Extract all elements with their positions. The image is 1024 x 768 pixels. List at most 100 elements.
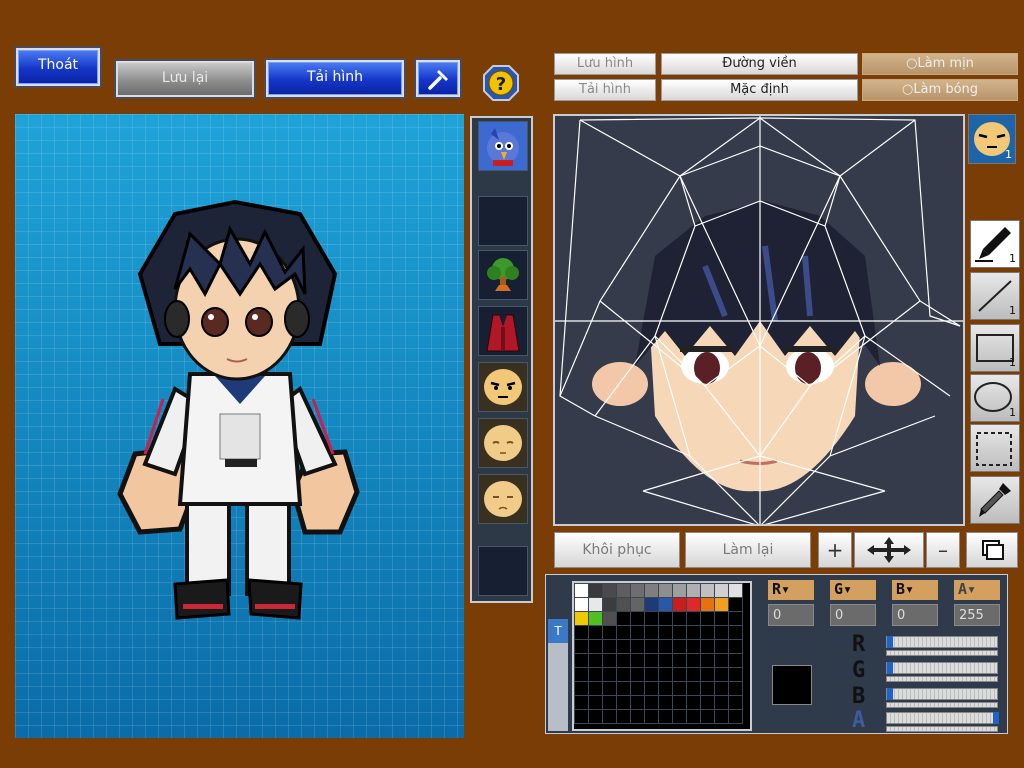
palette-cell[interactable] [644, 653, 659, 668]
palette-cell[interactable] [700, 681, 715, 696]
palette-cell[interactable] [672, 695, 687, 710]
palette-cell[interactable] [700, 653, 715, 668]
palette-cell[interactable] [644, 583, 659, 598]
palette-cell[interactable] [574, 681, 589, 696]
line-tool[interactable]: 1 [970, 272, 1020, 320]
help-button[interactable]: ? [482, 64, 520, 102]
palette-cell[interactable] [630, 639, 645, 654]
palette-cell[interactable] [728, 583, 743, 598]
palette-cell[interactable] [574, 709, 589, 724]
palette-cell[interactable] [588, 625, 603, 640]
select-tool[interactable] [970, 424, 1020, 472]
palette-cell[interactable] [574, 639, 589, 654]
palette-cell[interactable] [728, 639, 743, 654]
palette-cell[interactable] [686, 639, 701, 654]
palette-cell[interactable] [700, 597, 715, 612]
outline-button[interactable]: Đường viền [661, 53, 858, 75]
palette-cell[interactable] [700, 611, 715, 626]
palette-cell[interactable] [658, 653, 673, 668]
palette-cell[interactable] [658, 583, 673, 598]
restore-button[interactable]: Khôi phục [554, 532, 680, 568]
palette-cell[interactable] [658, 639, 673, 654]
eyedropper-tool[interactable] [970, 476, 1020, 524]
r-slider[interactable] [886, 636, 998, 648]
palette-cell[interactable] [728, 611, 743, 626]
palette-cell[interactable] [616, 597, 631, 612]
palette-cell[interactable] [672, 639, 687, 654]
b-value-input[interactable]: 0 [892, 604, 938, 626]
palette-cell[interactable] [686, 653, 701, 668]
palette-cell[interactable] [728, 653, 743, 668]
palette-cell[interactable] [644, 625, 659, 640]
palette-cell[interactable] [658, 695, 673, 710]
palette-cell[interactable] [588, 695, 603, 710]
load-image-button[interactable]: Tải hình [554, 79, 656, 101]
palette-cell[interactable] [574, 583, 589, 598]
palette-cell[interactable] [672, 625, 687, 640]
palette-cell[interactable] [616, 611, 631, 626]
palette-cell[interactable] [686, 695, 701, 710]
palette-cell[interactable] [700, 639, 715, 654]
palette-cell[interactable] [686, 625, 701, 640]
redo-button[interactable]: Làm lại [685, 532, 811, 568]
palette-cell[interactable] [700, 583, 715, 598]
ellipse-tool[interactable]: 1 [970, 374, 1020, 422]
palette-cell[interactable] [588, 709, 603, 724]
palette-cell[interactable] [630, 653, 645, 668]
palette-cell[interactable] [588, 583, 603, 598]
palette-cell[interactable] [644, 667, 659, 682]
palette-cell[interactable] [714, 695, 729, 710]
palette-cell[interactable] [658, 681, 673, 696]
a-slider-knob[interactable] [993, 712, 999, 724]
a-slider[interactable] [886, 712, 999, 724]
palette-cell[interactable] [574, 625, 589, 640]
palette-cell[interactable] [728, 695, 743, 710]
palette-cell[interactable] [602, 639, 617, 654]
palette-cell[interactable] [714, 709, 729, 724]
part-slot-face-3[interactable] [478, 474, 528, 524]
palette-cell[interactable] [700, 709, 715, 724]
palette-cell[interactable] [672, 667, 687, 682]
palette-cell[interactable] [574, 695, 589, 710]
palette-cell[interactable] [602, 709, 617, 724]
palette-cell[interactable] [644, 639, 659, 654]
palette-cell[interactable] [686, 611, 701, 626]
plus-button[interactable]: + [818, 532, 852, 568]
palette-cell[interactable] [686, 681, 701, 696]
palette-cell[interactable] [728, 667, 743, 682]
palette-cell[interactable] [602, 695, 617, 710]
shine-option[interactable]: ○Làm bóng [862, 79, 1018, 101]
rect-tool[interactable]: 1 [970, 324, 1020, 372]
palette-cell[interactable] [630, 667, 645, 682]
smooth-option[interactable]: ○Làm mịn [862, 53, 1018, 75]
palette-cell[interactable] [588, 611, 603, 626]
palette-cell[interactable] [588, 667, 603, 682]
palette-cell[interactable] [630, 583, 645, 598]
part-slot-empty-2[interactable] [478, 546, 528, 596]
b-channel-dropdown[interactable]: B▾ [892, 580, 938, 600]
palette-cell[interactable] [686, 667, 701, 682]
palette-cell[interactable] [630, 709, 645, 724]
palette-cell[interactable] [658, 709, 673, 724]
r-value-input[interactable]: 0 [768, 604, 814, 626]
g-slider-knob[interactable] [887, 662, 893, 674]
part-slot-empty-1[interactable] [478, 196, 528, 246]
brush-tool[interactable]: 1 [970, 220, 1020, 268]
palette-tab-1[interactable]: T [548, 619, 568, 643]
a-channel-dropdown[interactable]: A▾ [954, 580, 1000, 600]
part-slot-outfit[interactable] [478, 306, 528, 356]
palette-cell[interactable] [644, 681, 659, 696]
palette-cell[interactable] [714, 583, 729, 598]
g-slider[interactable] [886, 662, 998, 674]
palette-cell[interactable] [672, 583, 687, 598]
palette-cell[interactable] [728, 681, 743, 696]
part-slot-face-1[interactable] [478, 362, 528, 412]
palette-cell[interactable] [714, 681, 729, 696]
palette-cell[interactable] [672, 709, 687, 724]
minus-button[interactable]: – [926, 532, 960, 568]
palette-cell[interactable] [616, 667, 631, 682]
palette-cell[interactable] [616, 681, 631, 696]
palette-cell[interactable] [728, 709, 743, 724]
part-slot-face-2[interactable] [478, 418, 528, 468]
palette-cell[interactable] [700, 667, 715, 682]
